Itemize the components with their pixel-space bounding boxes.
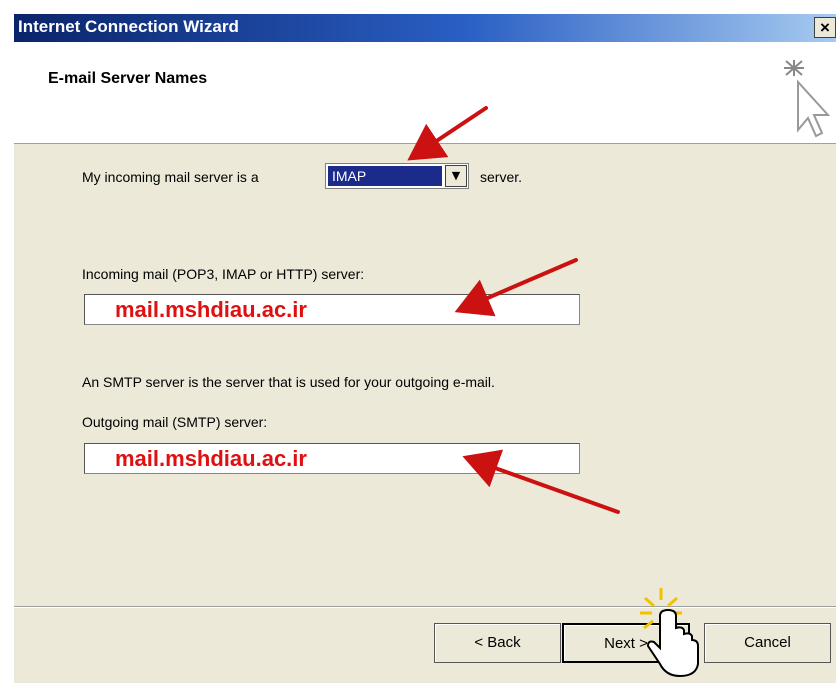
outgoing-server-value: mail.mshdiau.ac.ir <box>115 446 307 471</box>
chevron-down-icon[interactable]: ▼ <box>445 165 467 187</box>
smtp-note: An SMTP server is the server that is use… <box>82 374 495 390</box>
close-button[interactable]: × <box>814 17 836 38</box>
outgoing-server-label: Outgoing mail (SMTP) server: <box>82 414 268 430</box>
cancel-button[interactable]: Cancel <box>704 623 831 663</box>
incoming-type-select[interactable]: IMAP ▼ <box>325 163 469 189</box>
page-title: E-mail Server Names <box>48 70 208 87</box>
wizard-cursor-sparkle-icon <box>784 60 830 138</box>
incoming-server-input[interactable]: mail.mshdiau.ac.ir <box>84 294 580 325</box>
title-bar: Internet Connection Wizard × <box>14 14 836 42</box>
wizard-header: E-mail Server Names <box>14 42 836 144</box>
window-title: Internet Connection Wizard <box>18 17 239 36</box>
incoming-server-value: mail.mshdiau.ac.ir <box>115 297 307 322</box>
footer-divider <box>14 606 836 608</box>
incoming-server-label: Incoming mail (POP3, IMAP or HTTP) serve… <box>82 266 365 282</box>
incoming-type-suffix: server. <box>480 169 523 185</box>
wizard-window: Internet Connection Wizard × E-mail Serv… <box>14 14 836 683</box>
back-button[interactable]: < Back <box>434 623 561 663</box>
outgoing-server-input[interactable]: mail.mshdiau.ac.ir <box>84 443 580 474</box>
incoming-type-selected: IMAP <box>328 166 442 186</box>
next-button[interactable]: Next > <box>562 623 690 663</box>
incoming-type-prefix: My incoming mail server is a <box>82 169 259 185</box>
